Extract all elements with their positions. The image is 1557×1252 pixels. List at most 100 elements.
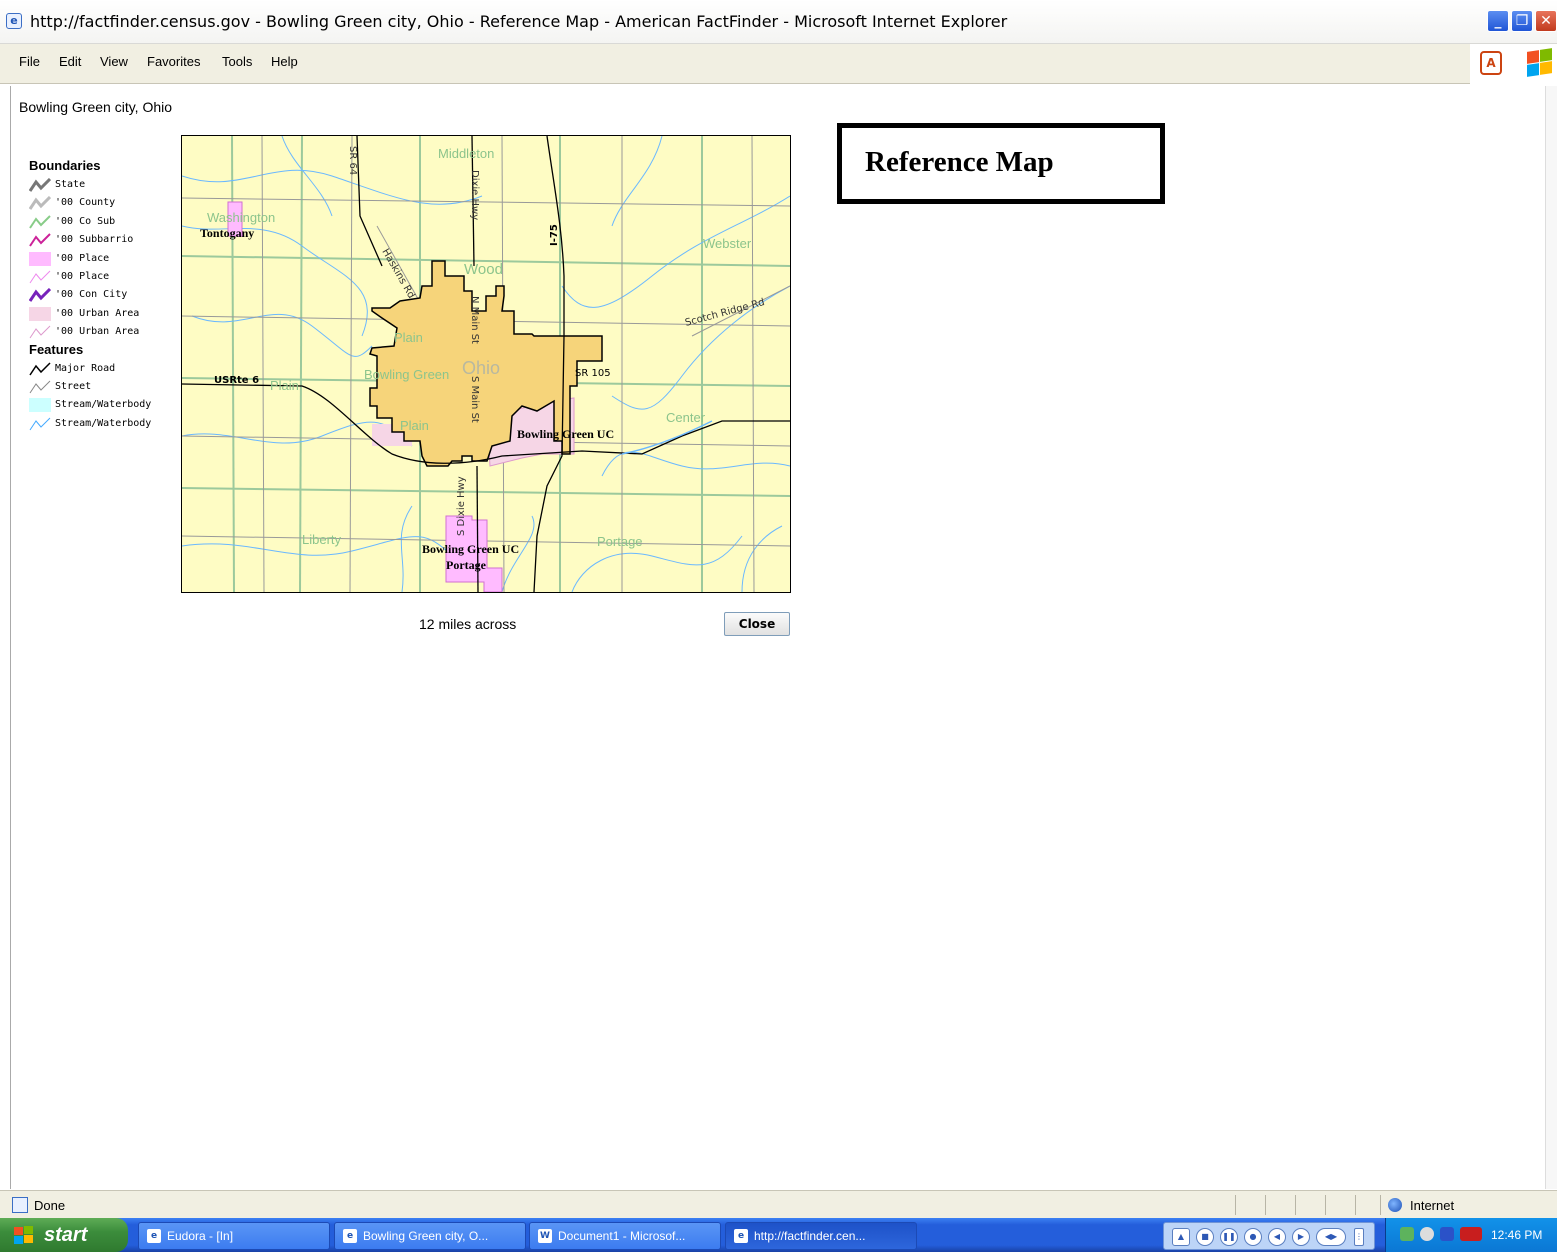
label-liberty: Liberty	[302, 532, 342, 547]
close-button[interactable]: Close	[724, 612, 790, 636]
label-washington: Washington	[207, 210, 275, 225]
tray-antivirus-icon[interactable]	[1460, 1227, 1482, 1241]
legend-item-waterbody: Stream/Waterbody	[29, 396, 179, 414]
zigzag-line-icon	[29, 178, 51, 192]
status-divider	[1235, 1195, 1236, 1215]
legend-item-street: Street	[29, 378, 179, 396]
page-done-icon	[12, 1197, 28, 1213]
reference-map-title: Reference Map	[865, 146, 1054, 178]
status-divider	[1355, 1195, 1356, 1215]
fill-swatch-icon	[29, 398, 51, 413]
legend-item-stream: Stream/Waterbody	[29, 415, 179, 433]
media-menu-icon[interactable]: ⋮	[1354, 1228, 1364, 1246]
map-scale-caption: 12 miles across	[419, 616, 517, 632]
media-volume-icon[interactable]: ◀▶	[1316, 1228, 1346, 1246]
window-title: http://factfinder.census.gov - Bowling G…	[30, 12, 1008, 31]
system-tray: 12:46 PM	[1385, 1218, 1557, 1252]
legend-features-title: Features	[29, 341, 84, 357]
tray-shield-icon[interactable]	[1440, 1227, 1454, 1241]
start-label: start	[44, 1224, 88, 1246]
zigzag-line-icon	[29, 233, 51, 247]
label-s-dixie-hwy: S Dixie Hwy	[456, 476, 467, 536]
status-bar: Done Internet	[0, 1190, 1557, 1218]
legend-item-place-line: '00 Place	[29, 268, 179, 286]
label-dixie-hwy: Dixie Hwy	[469, 170, 480, 220]
label-plain-lower: Plain	[400, 418, 429, 433]
label-tontogany: Tontogany	[200, 226, 254, 240]
label-s-main-st: S Main St	[469, 376, 480, 423]
start-button[interactable]: start	[0, 1218, 128, 1252]
vertical-scrollbar[interactable]	[1545, 86, 1557, 1189]
windows-logo-icon	[1527, 48, 1553, 77]
label-usrte6: USRte 6	[214, 375, 259, 386]
task-factfinder[interactable]: e http://factfinder.cen...	[725, 1222, 917, 1250]
label-bowling-green: Bowling Green	[364, 367, 449, 382]
map-canvas[interactable]: Middleton Washington Webster Wood Ohio B…	[182, 136, 790, 592]
status-divider	[1295, 1195, 1296, 1215]
zigzag-line-icon	[29, 215, 51, 229]
internet-explorer-icon: e	[6, 13, 22, 29]
tray-network-icon[interactable]	[1420, 1227, 1434, 1241]
label-i75: I-75	[549, 224, 560, 246]
zigzag-line-icon	[29, 380, 51, 394]
menu-bar: File Edit View Favorites Tools Help A	[0, 44, 1557, 84]
menu-edit[interactable]: Edit	[59, 54, 81, 69]
label-sr105: SR 105	[575, 368, 611, 379]
label-bowling-green-uc-right: Bowling Green UC	[517, 427, 614, 441]
menu-help[interactable]: Help	[271, 54, 298, 69]
label-center: Center	[666, 410, 706, 425]
zigzag-line-icon	[29, 196, 51, 211]
legend-item-co-sub: '00 Co Sub	[29, 213, 179, 231]
page-title: Bowling Green city, Ohio	[19, 99, 173, 115]
label-portage-township: Portage	[597, 534, 643, 549]
label-bowling-green-uc-bottom: Bowling Green UC	[422, 542, 519, 556]
legend-item-place-fill: '00 Place	[29, 250, 179, 268]
media-next-icon[interactable]: ▶	[1292, 1228, 1310, 1246]
legend-boundaries-title: Boundaries	[29, 158, 101, 173]
media-record-icon[interactable]: ●	[1244, 1228, 1262, 1246]
task-word-document[interactable]: W Document1 - Microsof...	[529, 1222, 721, 1250]
taskbar-clock: 12:46 PM	[1491, 1228, 1543, 1242]
fill-swatch-icon	[29, 251, 51, 266]
label-plain-left: Plain	[270, 378, 299, 393]
media-pause-icon[interactable]: ❚❚	[1220, 1228, 1238, 1246]
media-stop-icon[interactable]: ■	[1196, 1228, 1214, 1246]
zigzag-line-icon	[29, 417, 51, 430]
restore-button[interactable]: ❐	[1511, 10, 1533, 32]
legend-item-major-road: Major Road	[29, 360, 179, 378]
adobe-pdf-icon[interactable]: A	[1480, 51, 1502, 75]
legend-item-con-city: '00 Con City	[29, 286, 179, 304]
label-n-main-st: N Main St	[469, 296, 480, 344]
menu-view[interactable]: View	[100, 54, 128, 69]
label-ohio: Ohio	[462, 358, 500, 378]
legend-item-urban-area-line: '00 Urban Area	[29, 323, 179, 341]
task-eudora[interactable]: e Eudora - [In]	[138, 1222, 330, 1250]
legend-item-urban-area-fill: '00 Urban Area	[29, 305, 179, 323]
legend-item-county: '00 County	[29, 194, 179, 212]
minimize-button[interactable]: _	[1487, 10, 1509, 32]
reference-map[interactable]: Middleton Washington Webster Wood Ohio B…	[181, 135, 791, 593]
windows-flag-icon	[14, 1226, 33, 1244]
eudora-icon: e	[147, 1229, 161, 1243]
media-logo-icon: ▲	[1172, 1228, 1190, 1246]
menu-tools[interactable]: Tools	[222, 54, 252, 69]
media-previous-icon[interactable]: ◀	[1268, 1228, 1286, 1246]
close-window-button[interactable]: ✕	[1535, 10, 1557, 32]
zigzag-line-icon	[29, 288, 51, 303]
internet-explorer-icon: e	[734, 1229, 748, 1243]
status-divider	[1380, 1195, 1381, 1215]
internet-zone-globe-icon	[1388, 1198, 1402, 1212]
word-icon: W	[538, 1229, 552, 1243]
map-legend: Boundaries State '00 County '00 Co Sub '…	[29, 158, 179, 433]
label-wood: Wood	[464, 261, 503, 278]
legend-item-state: State	[29, 176, 179, 194]
label-portage: Portage	[446, 558, 487, 572]
label-sr64: SR 64	[347, 146, 358, 175]
reference-map-title-box: Reference Map	[837, 123, 1165, 204]
menu-favorites[interactable]: Favorites	[147, 54, 200, 69]
menu-file[interactable]: File	[19, 54, 40, 69]
task-bowling-green-page[interactable]: e Bowling Green city, O...	[334, 1222, 526, 1250]
taskbar: start e Eudora - [In] e Bowling Green ci…	[0, 1218, 1557, 1252]
tray-app-icon[interactable]	[1400, 1227, 1414, 1241]
label-plain-upper: Plain	[394, 330, 423, 345]
